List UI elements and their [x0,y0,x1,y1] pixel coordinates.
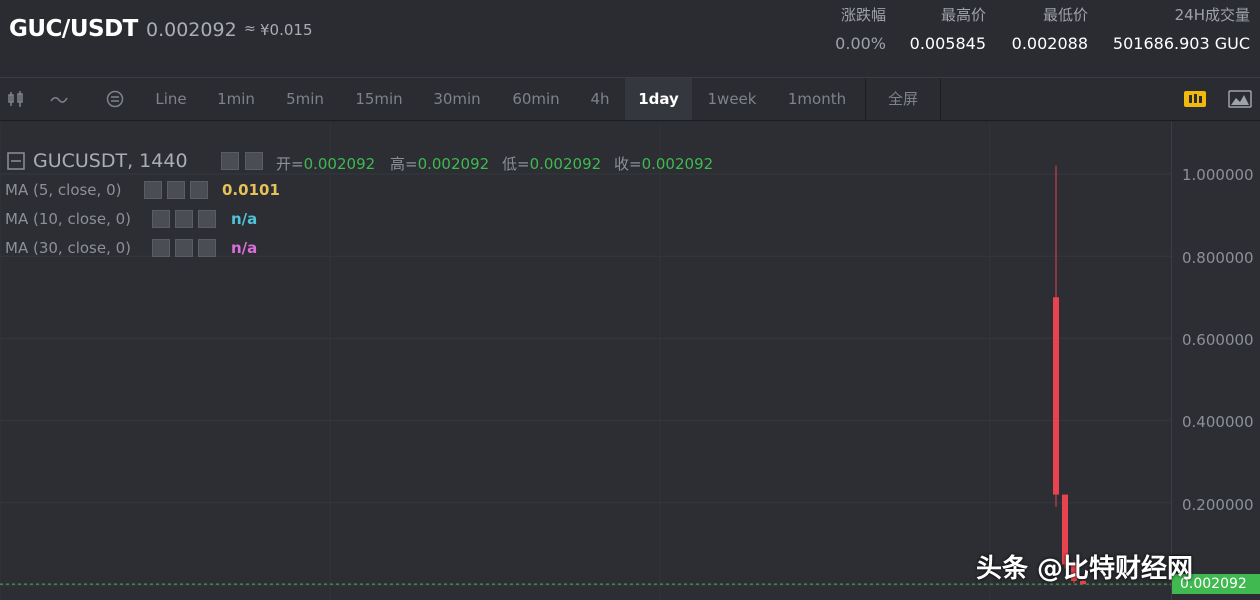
ytick: 0.800000 [1182,249,1254,267]
interval-4h[interactable]: 4h [580,78,620,120]
legend-settings-icon[interactable] [245,152,263,170]
candle-style-icon[interactable] [6,89,26,109]
ma30-value: n/a [231,239,258,257]
ohlc-open: 开=0.002092 [276,155,376,173]
ma5-value: 0.0101 [222,181,280,199]
stat-volume-value: 501686.903 GUC [1112,34,1250,53]
ytick: 0.600000 [1182,331,1254,349]
price-axis[interactable] [1171,122,1260,600]
stat-high-label: 最高价 [940,6,986,24]
chart-canvas[interactable] [0,122,1260,600]
toolbar-divider [940,78,941,120]
ytick: 0.400000 [1182,413,1254,431]
watermark: 头条 @比特财经网 [976,554,1194,584]
ma10-remove-icon[interactable] [198,210,216,228]
pair-title: GUC/USDT [9,16,138,42]
ma5-label: MA (5, close, 0) [5,181,122,199]
interval-15min[interactable]: 15min [344,78,414,120]
candle-chart-icon[interactable] [1183,89,1207,109]
interval-1min[interactable]: 1min [206,78,266,120]
line-style-icon[interactable] [49,89,69,109]
ma30-label: MA (30, close, 0) [5,239,132,257]
ohlc-high: 高=0.002092 [390,155,490,173]
ma5-settings-icon[interactable] [167,181,185,199]
stat-high-value: 0.005845 [909,34,986,53]
candle-body [1053,297,1059,495]
cny-price: ¥0.015 [260,21,313,39]
stat-volume-label: 24H成交量 [1174,6,1250,24]
interval-5min[interactable]: 5min [274,78,336,120]
collapse-legend-icon[interactable] [7,152,25,170]
ma10-settings-icon[interactable] [175,210,193,228]
interval-1week[interactable]: 1week [696,78,768,120]
interval-60min[interactable]: 60min [500,78,572,120]
interval-30min[interactable]: 30min [422,78,492,120]
ytick: 0.200000 [1182,496,1254,514]
current-price: 0.002092 [146,19,237,41]
ma30-eye-icon[interactable] [152,239,170,257]
stat-low-label: 最低价 [1042,6,1088,24]
candle-series [1053,165,1086,585]
depth-chart-icon[interactable] [1228,89,1252,109]
ma10-value: n/a [231,210,258,228]
fullscreen-button[interactable]: 全屏 [866,78,940,120]
interval-1day[interactable]: 1day [625,78,692,120]
stat-low-value: 0.002088 [1011,34,1088,53]
stat-change-value: 0.00% [835,34,886,53]
interval-1month[interactable]: 1month [776,78,858,120]
stat-change-label: 涨跌幅 [840,6,886,24]
ytick: 1.000000 [1182,166,1254,184]
chart-toolbar: Line 1min 5min 15min 30min 60min 4h 1day… [0,77,1260,121]
legend-eye-icon[interactable] [221,152,239,170]
ma5-eye-icon[interactable] [144,181,162,199]
ma5-remove-icon[interactable] [190,181,208,199]
market-header: GUC/USDT 0.002092 ≈ ¥0.015 涨跌幅 0.00% 最高价… [0,0,1260,76]
ma30-settings-icon[interactable] [175,239,193,257]
ohlc-close: 收=0.002092 [614,155,714,173]
approx-sign: ≈ [244,21,256,37]
indicator-icon[interactable] [105,89,125,109]
ma10-label: MA (10, close, 0) [5,210,132,228]
ma30-remove-icon[interactable] [198,239,216,257]
chart-panel[interactable] [0,122,1260,600]
legend-title: GUCUSDT, 1440 [33,150,188,172]
ohlc-low: 低=0.002092 [502,155,602,173]
ma10-eye-icon[interactable] [152,210,170,228]
interval-line[interactable]: Line [144,78,198,120]
